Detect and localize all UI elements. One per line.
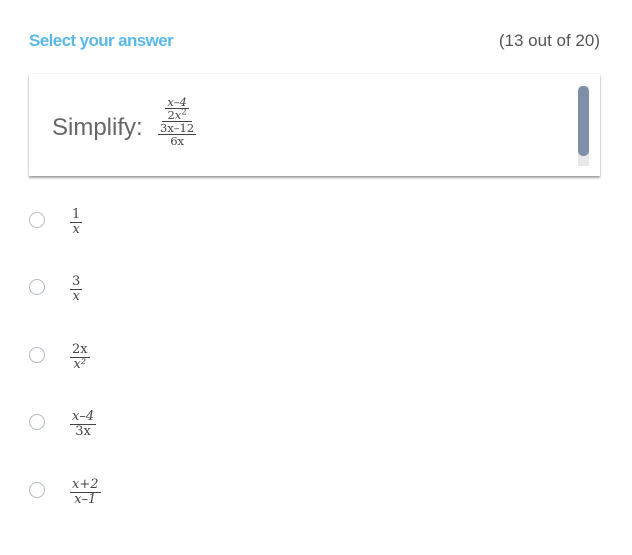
radio-button[interactable] [29, 414, 45, 430]
quiz-header: Select your answer (13 out of 20) [29, 31, 600, 53]
answer-option[interactable]: x+2 x–1 [29, 470, 589, 514]
instruction-title: Select your answer [29, 31, 174, 50]
option-fraction: 3 x [70, 274, 83, 304]
radio-button[interactable] [29, 279, 45, 295]
scrollbar-thumb[interactable] [578, 86, 589, 156]
question-card: Simplify: x–4 2x2 3x–12 6x [29, 74, 600, 176]
option-fraction: 2x x² [70, 342, 90, 372]
expression-numerator: x–4 2x2 [162, 96, 192, 123]
answer-option[interactable]: 3 x [29, 267, 589, 311]
radio-button[interactable] [29, 212, 45, 228]
answer-option[interactable]: 2x x² [29, 335, 589, 379]
expression-denominator: 3x–12 6x [155, 122, 199, 147]
answer-option[interactable]: x–4 3x [29, 402, 589, 446]
scrollbar-track[interactable] [578, 86, 589, 166]
option-fraction: 1 x [70, 207, 83, 237]
question-prompt: Simplify: [52, 114, 143, 141]
option-fraction: x+2 x–1 [70, 477, 101, 507]
radio-button[interactable] [29, 482, 45, 498]
option-fraction: x–4 3x [70, 409, 97, 439]
question-progress: (13 out of 20) [498, 31, 600, 50]
question-expression: x–4 2x2 3x–12 6x [155, 96, 199, 147]
answer-option[interactable]: 1 x [29, 200, 589, 244]
inner-denominator-bottom: 6x [170, 134, 184, 149]
radio-button[interactable] [29, 347, 45, 363]
inner-numerator-bottom: 2x2 [167, 107, 187, 123]
